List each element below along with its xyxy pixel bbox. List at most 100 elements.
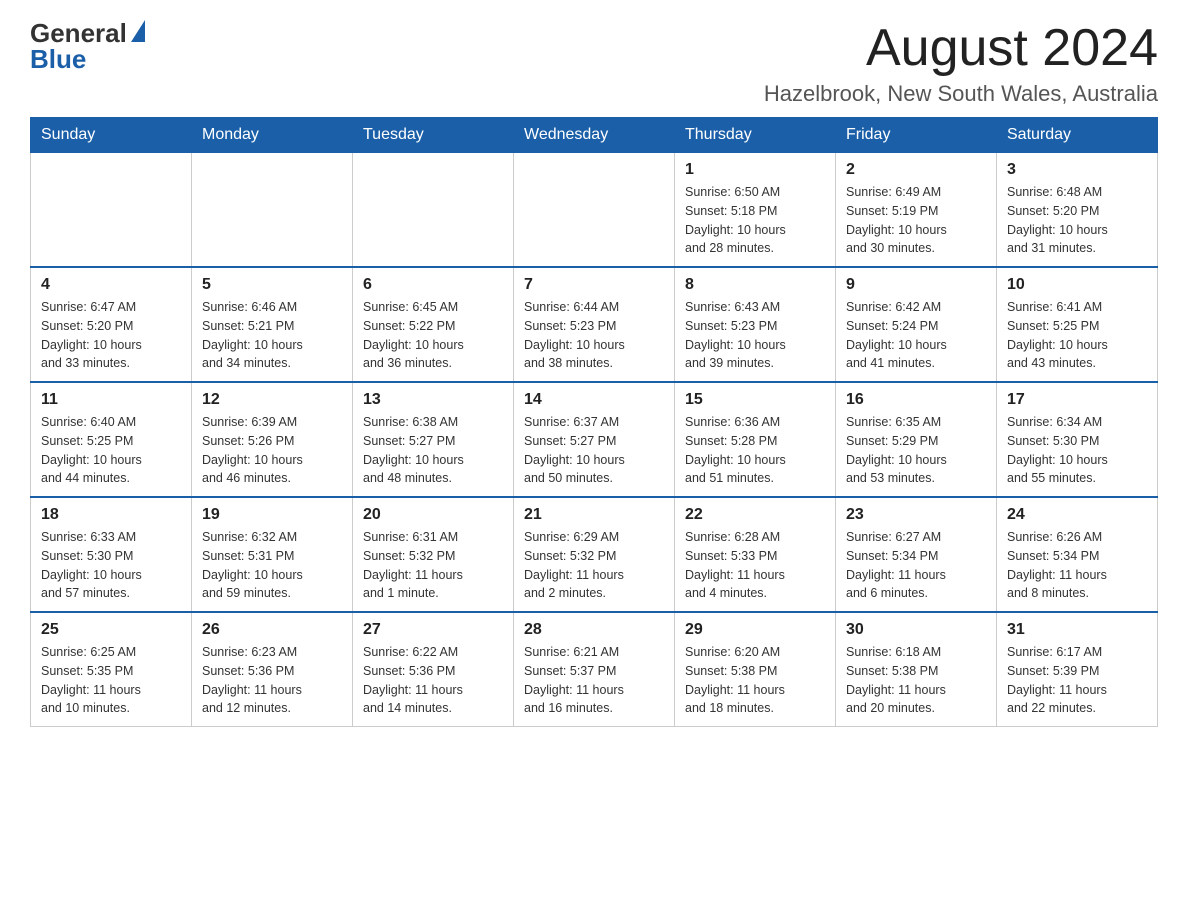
calendar-header-thursday: Thursday [675, 118, 836, 153]
calendar-cell: 18Sunrise: 6:33 AM Sunset: 5:30 PM Dayli… [31, 497, 192, 612]
day-number: 26 [202, 621, 342, 639]
calendar-cell: 15Sunrise: 6:36 AM Sunset: 5:28 PM Dayli… [675, 382, 836, 497]
day-info: Sunrise: 6:17 AM Sunset: 5:39 PM Dayligh… [1007, 643, 1147, 718]
day-number: 16 [846, 391, 986, 409]
calendar-cell: 22 Sunrise: 6:28 AM Sunset: 5:33 PM Dayli… [675, 497, 836, 612]
day-info: Sunrise: 6:40 AM Sunset: 5:25 PM Dayligh… [41, 413, 181, 488]
calendar-cell: 7 Sunrise: 6:44 AM Sunset: 5:23 PM Daylig… [514, 267, 675, 382]
calendar-cell [353, 153, 514, 268]
calendar-cell: 30 Sunrise: 6:18 AM Sunset: 5:38 PM Dayli… [836, 612, 997, 727]
calendar-cell [31, 153, 192, 268]
calendar-header-friday: Friday [836, 118, 997, 153]
day-info: Sunrise: 6:34 AM Sunset: 5:30 PM Dayligh… [1007, 413, 1147, 488]
calendar-cell: 10 Sunrise: 6:41 AM Sunset: 5:25 PM Dayli… [997, 267, 1158, 382]
day-info: Sunrise: 6:39 AM Sunset: 5:26 PM Dayligh… [202, 413, 342, 488]
day-number: 2 [846, 161, 986, 179]
calendar-cell: 25 Sunrise: 6:25 AM Sunset: 5:35 PM Dayli… [31, 612, 192, 727]
day-number: 25 [41, 621, 181, 639]
day-number: 11 [41, 391, 181, 409]
calendar-week-row: 1 Sunrise: 6:50 AM Sunset: 5:18 PM Daylig… [31, 153, 1158, 268]
calendar-header-sunday: Sunday [31, 118, 192, 153]
calendar-week-row: 25 Sunrise: 6:25 AM Sunset: 5:35 PM Dayli… [31, 612, 1158, 727]
day-number: 21 [524, 506, 664, 524]
calendar-cell: 3 Sunrise: 6:48 AM Sunset: 5:20 PM Daylig… [997, 153, 1158, 268]
day-info: Sunrise: 6:21 AM Sunset: 5:37 PM Dayligh… [524, 643, 664, 718]
day-number: 9 [846, 276, 986, 294]
day-number: 19 [202, 506, 342, 524]
calendar-cell: 11 Sunrise: 6:40 AM Sunset: 5:25 PM Dayli… [31, 382, 192, 497]
calendar-header-row: SundayMondayTuesdayWednesdayThursdayFrid… [31, 118, 1158, 153]
day-number: 29 [685, 621, 825, 639]
calendar-cell: 12 Sunrise: 6:39 AM Sunset: 5:26 PM Dayli… [192, 382, 353, 497]
day-number: 10 [1007, 276, 1147, 294]
day-number: 22 [685, 506, 825, 524]
calendar-header-tuesday: Tuesday [353, 118, 514, 153]
day-info: Sunrise: 6:49 AM Sunset: 5:19 PM Dayligh… [846, 183, 986, 258]
day-number: 1 [685, 161, 825, 179]
calendar-cell: 16 Sunrise: 6:35 AM Sunset: 5:29 PM Dayli… [836, 382, 997, 497]
calendar-cell: 28 Sunrise: 6:21 AM Sunset: 5:37 PM Dayli… [514, 612, 675, 727]
day-number: 31 [1007, 621, 1147, 639]
day-info: Sunrise: 6:32 AM Sunset: 5:31 PM Dayligh… [202, 528, 342, 603]
calendar-cell: 24Sunrise: 6:26 AM Sunset: 5:34 PM Dayli… [997, 497, 1158, 612]
calendar-cell: 9Sunrise: 6:42 AM Sunset: 5:24 PM Daylig… [836, 267, 997, 382]
calendar-cell: 13 Sunrise: 6:38 AM Sunset: 5:27 PM Dayli… [353, 382, 514, 497]
day-info: Sunrise: 6:31 AM Sunset: 5:32 PM Dayligh… [363, 528, 503, 603]
day-info: Sunrise: 6:35 AM Sunset: 5:29 PM Dayligh… [846, 413, 986, 488]
page-subtitle: Hazelbrook, New South Wales, Australia [764, 81, 1158, 107]
calendar-cell: 26Sunrise: 6:23 AM Sunset: 5:36 PM Dayli… [192, 612, 353, 727]
day-info: Sunrise: 6:43 AM Sunset: 5:23 PM Dayligh… [685, 298, 825, 373]
day-number: 5 [202, 276, 342, 294]
day-info: Sunrise: 6:29 AM Sunset: 5:32 PM Dayligh… [524, 528, 664, 603]
day-number: 24 [1007, 506, 1147, 524]
calendar-cell [192, 153, 353, 268]
calendar-cell: 5 Sunrise: 6:46 AM Sunset: 5:21 PM Daylig… [192, 267, 353, 382]
logo-blue: Blue [30, 46, 86, 72]
day-info: Sunrise: 6:20 AM Sunset: 5:38 PM Dayligh… [685, 643, 825, 718]
calendar-cell: 14 Sunrise: 6:37 AM Sunset: 5:27 PM Dayli… [514, 382, 675, 497]
calendar-cell: 29 Sunrise: 6:20 AM Sunset: 5:38 PM Dayli… [675, 612, 836, 727]
day-number: 28 [524, 621, 664, 639]
calendar-table: SundayMondayTuesdayWednesdayThursdayFrid… [30, 117, 1158, 727]
page-title: August 2024 [764, 20, 1158, 77]
day-info: Sunrise: 6:50 AM Sunset: 5:18 PM Dayligh… [685, 183, 825, 258]
calendar-cell: 23Sunrise: 6:27 AM Sunset: 5:34 PM Dayli… [836, 497, 997, 612]
day-info: Sunrise: 6:44 AM Sunset: 5:23 PM Dayligh… [524, 298, 664, 373]
day-number: 14 [524, 391, 664, 409]
calendar-cell: 2 Sunrise: 6:49 AM Sunset: 5:19 PM Daylig… [836, 153, 997, 268]
day-info: Sunrise: 6:28 AM Sunset: 5:33 PM Dayligh… [685, 528, 825, 603]
calendar-week-row: 18Sunrise: 6:33 AM Sunset: 5:30 PM Dayli… [31, 497, 1158, 612]
day-number: 12 [202, 391, 342, 409]
day-number: 20 [363, 506, 503, 524]
day-info: Sunrise: 6:41 AM Sunset: 5:25 PM Dayligh… [1007, 298, 1147, 373]
day-number: 6 [363, 276, 503, 294]
calendar-cell: 31 Sunrise: 6:17 AM Sunset: 5:39 PM Dayli… [997, 612, 1158, 727]
calendar-cell: 6 Sunrise: 6:45 AM Sunset: 5:22 PM Daylig… [353, 267, 514, 382]
calendar-week-row: 4Sunrise: 6:47 AM Sunset: 5:20 PM Daylig… [31, 267, 1158, 382]
logo-general: General [30, 20, 127, 46]
day-info: Sunrise: 6:38 AM Sunset: 5:27 PM Dayligh… [363, 413, 503, 488]
day-info: Sunrise: 6:25 AM Sunset: 5:35 PM Dayligh… [41, 643, 181, 718]
calendar-header-monday: Monday [192, 118, 353, 153]
calendar-cell: 19 Sunrise: 6:32 AM Sunset: 5:31 PM Dayli… [192, 497, 353, 612]
calendar-cell: 4Sunrise: 6:47 AM Sunset: 5:20 PM Daylig… [31, 267, 192, 382]
day-number: 13 [363, 391, 503, 409]
logo-triangle-icon [131, 20, 145, 42]
day-number: 3 [1007, 161, 1147, 179]
day-info: Sunrise: 6:45 AM Sunset: 5:22 PM Dayligh… [363, 298, 503, 373]
calendar-header-wednesday: Wednesday [514, 118, 675, 153]
page-header: General Blue August 2024 Hazelbrook, New… [30, 20, 1158, 107]
day-number: 17 [1007, 391, 1147, 409]
day-number: 7 [524, 276, 664, 294]
day-info: Sunrise: 6:37 AM Sunset: 5:27 PM Dayligh… [524, 413, 664, 488]
day-info: Sunrise: 6:18 AM Sunset: 5:38 PM Dayligh… [846, 643, 986, 718]
day-number: 30 [846, 621, 986, 639]
calendar-cell: 8 Sunrise: 6:43 AM Sunset: 5:23 PM Daylig… [675, 267, 836, 382]
day-number: 8 [685, 276, 825, 294]
calendar-cell: 1 Sunrise: 6:50 AM Sunset: 5:18 PM Daylig… [675, 153, 836, 268]
day-info: Sunrise: 6:36 AM Sunset: 5:28 PM Dayligh… [685, 413, 825, 488]
day-info: Sunrise: 6:46 AM Sunset: 5:21 PM Dayligh… [202, 298, 342, 373]
day-info: Sunrise: 6:48 AM Sunset: 5:20 PM Dayligh… [1007, 183, 1147, 258]
title-block: August 2024 Hazelbrook, New South Wales,… [764, 20, 1158, 107]
calendar-cell [514, 153, 675, 268]
